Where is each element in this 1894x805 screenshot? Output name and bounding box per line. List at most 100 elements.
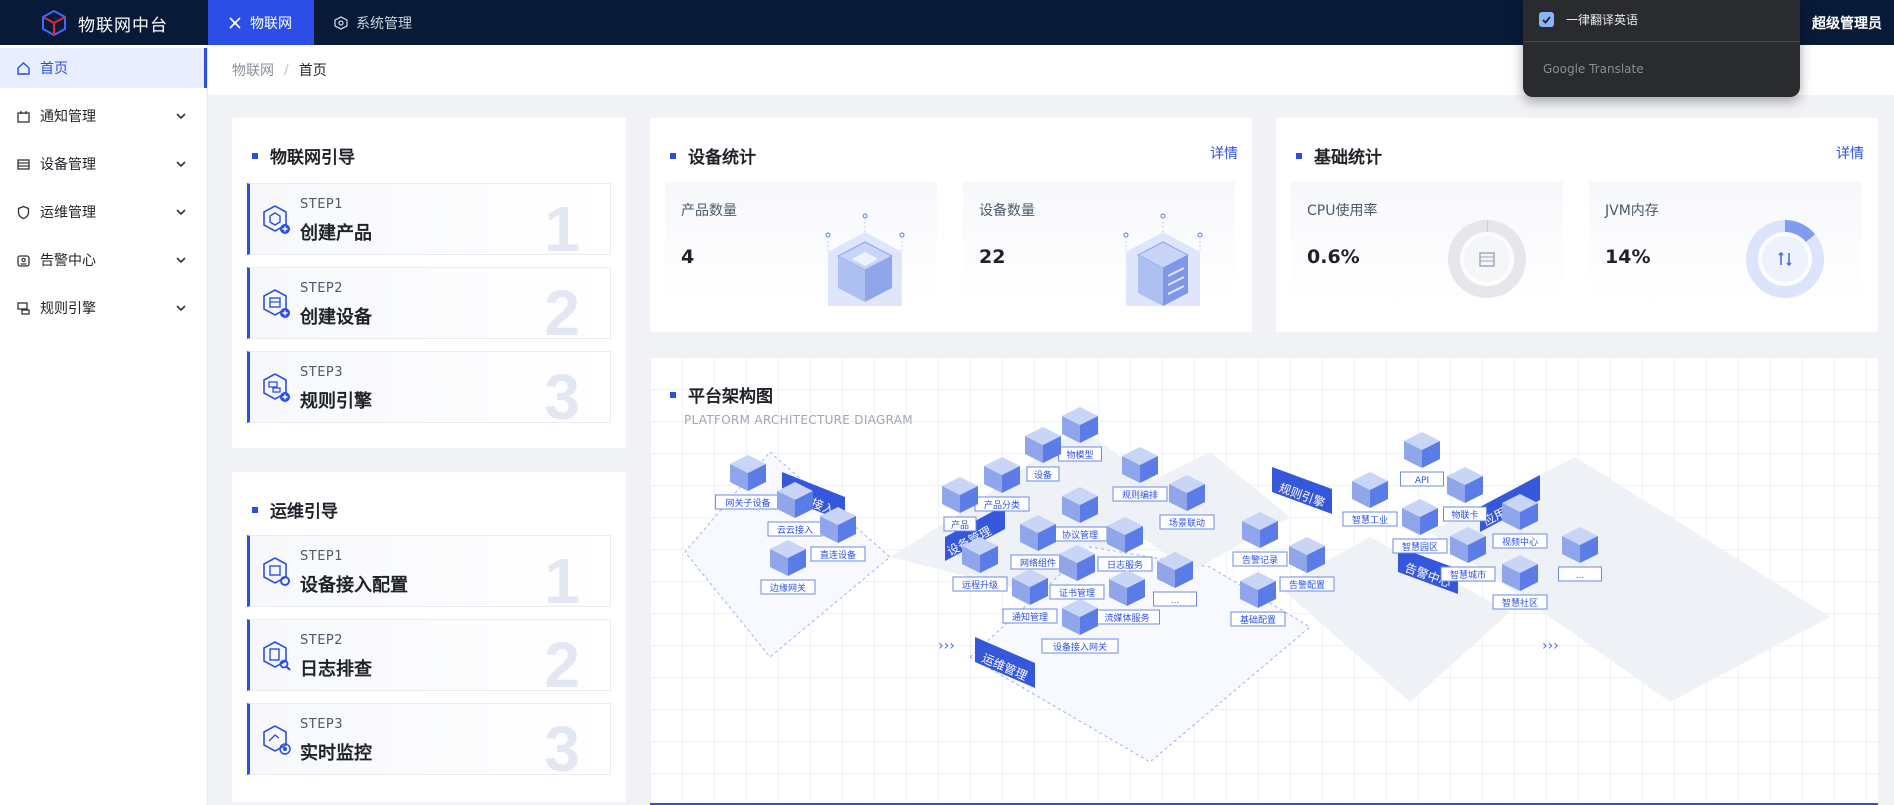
tab-system[interactable]: 系统管理 [332, 0, 412, 45]
shield-icon [17, 205, 30, 219]
notice-icon [17, 110, 30, 123]
tab-system-label: 系统管理 [356, 15, 412, 32]
arch-module: 产品 [942, 477, 978, 532]
sidebar-item-notice[interactable]: 通知管理 [0, 96, 207, 136]
sidebar-item-home[interactable]: 首页 [0, 48, 207, 88]
arch-module-label: ... [1171, 596, 1180, 606]
sidebar-item-label: 首页 [40, 61, 68, 77]
card-title: 物联网引导 [252, 143, 355, 168]
arch-module-label: 规则编排 [1122, 489, 1158, 501]
arch-module-label: 物模型 [1066, 449, 1093, 461]
arch-module: 智慧园区 [1392, 499, 1448, 554]
logo[interactable]: 物联网中台 [40, 9, 168, 37]
arch-module: 物模型 [1058, 407, 1102, 462]
sidebar: 首页 通知管理 设备管理 运维管理 告警中心 规则引擎 [0, 45, 208, 805]
step-create-device[interactable]: STEP2 创建设备 2 [247, 267, 611, 349]
step-number: STEP1 [300, 549, 344, 564]
breadcrumb-current: 首页 [298, 63, 327, 79]
iot-guide-card: 物联网引导 STEP1 创建产品 1 STEP2 创建设备 2 STEP3 规则… [232, 118, 626, 448]
step-name: 实时监控 [300, 743, 372, 764]
sidebar-item-rules[interactable]: 规则引擎 [0, 288, 207, 328]
product-icon [263, 205, 290, 234]
step-big-number: 1 [544, 193, 580, 265]
step-name: 日志排查 [300, 659, 372, 680]
arch-module: ... [1153, 552, 1197, 607]
username: 超级管理员 [1812, 15, 1882, 32]
card-title: 设备统计 [670, 143, 756, 168]
chevron-down-icon [176, 305, 186, 312]
always-translate-option[interactable]: 一律翻译英语 [1539, 11, 1638, 28]
chevron-down-icon [176, 257, 186, 264]
stat-value: 4 [681, 246, 695, 268]
arch-module-label: 通知管理 [1012, 611, 1048, 623]
step-number: STEP3 [300, 365, 344, 380]
arch-module-label: 告警配置 [1289, 579, 1325, 591]
arch-module-label: 智慧社区 [1502, 597, 1538, 609]
always-translate-label: 一律翻译英语 [1566, 13, 1639, 27]
tab-iot-label: 物联网 [250, 15, 292, 32]
step-access-config[interactable]: STEP1 设备接入配置 1 [247, 535, 611, 617]
step-big-number: 3 [544, 713, 580, 785]
tab-iot[interactable]: 物联网 [208, 0, 314, 45]
breadcrumb-link[interactable]: 物联网 [232, 60, 274, 80]
access-config-icon [263, 557, 290, 586]
arch-module-label: 物联卡 [1451, 509, 1478, 521]
arch-module-label: 智慧工业 [1352, 514, 1388, 526]
device-icon [17, 158, 30, 170]
arch-module-label: 设备 [1034, 469, 1052, 481]
card-title: 基础统计 [1296, 143, 1382, 168]
product-cube-icon [825, 213, 905, 306]
breadcrumb-separator: / [284, 62, 289, 78]
user-menu[interactable]: 超级管理员 [1812, 0, 1882, 45]
arch-module-label: 智慧城市 [1450, 569, 1486, 581]
arch-module: 设备 [1025, 427, 1061, 482]
device-stats-detail-link[interactable]: 详情 [1210, 143, 1238, 163]
arch-module-label: 网关子设备 [725, 497, 770, 509]
checkbox-icon[interactable] [1539, 12, 1554, 27]
jvm-gauge [1746, 220, 1824, 298]
step-big-number: 2 [544, 277, 580, 349]
arch-module: ... [1558, 527, 1602, 582]
arch-module-label: 产品 [951, 519, 969, 531]
device-stats-card: 设备统计 详情 产品数量 4 设备数量 22 [650, 118, 1252, 332]
step-name: 创建产品 [300, 223, 372, 244]
step-log-check[interactable]: STEP2 日志排查 2 [247, 619, 611, 701]
stat-label: JVM内存 [1605, 203, 1659, 219]
arch-module-label: ... [1576, 571, 1585, 581]
cube-logo-icon [42, 9, 66, 37]
sidebar-item-alarm[interactable]: 告警中心 [0, 240, 207, 280]
stat-label: CPU使用率 [1307, 203, 1378, 219]
sidebar-item-device[interactable]: 设备管理 [0, 144, 207, 184]
arch-module-label: 场景联动 [1169, 518, 1205, 529]
iot-icon [229, 16, 241, 29]
arch-module-label: 边缘网关 [770, 582, 806, 594]
divider [1523, 41, 1800, 42]
arch-module-label: 智慧园区 [1402, 541, 1438, 553]
stat-value: 14% [1605, 246, 1651, 268]
sidebar-item-label: 通知管理 [40, 109, 96, 125]
home-icon [17, 61, 30, 75]
arch-module-label: 网络组件 [1020, 557, 1056, 569]
chevron-down-icon [176, 209, 186, 216]
ops-guide-card: 运维引导 STEP1 设备接入配置 1 STEP2 日志排查 2 STEP3 实… [232, 472, 626, 802]
flow-arrow: ››› [1542, 638, 1559, 654]
step-realtime-monitor[interactable]: STEP3 实时监控 3 [247, 703, 611, 785]
translate-popup: 一律翻译英语 Google Translate [1523, 0, 1800, 97]
arch-module: API [1400, 432, 1444, 487]
basic-stats-detail-link[interactable]: 详情 [1836, 143, 1864, 163]
step-number: STEP2 [300, 281, 344, 296]
stat-label: 产品数量 [681, 203, 737, 219]
step-create-product[interactable]: STEP1 创建产品 1 [247, 183, 611, 265]
arch-module-label: 远程升级 [962, 579, 998, 591]
arch-module-label: 协议管理 [1062, 529, 1098, 541]
step-number: STEP3 [300, 717, 344, 732]
arch-module-label: 基础配置 [1240, 614, 1276, 626]
device-count-stat: 设备数量 22 [963, 182, 1235, 306]
jvm-memory-stat: JVM内存 14% [1589, 182, 1861, 306]
step-rule-engine[interactable]: STEP3 规则引擎 3 [247, 351, 611, 433]
sidebar-item-label: 规则引擎 [40, 301, 96, 317]
sidebar-item-label: 告警中心 [40, 253, 96, 269]
arch-module-label: 告警记录 [1242, 554, 1278, 566]
device-add-icon [263, 289, 290, 318]
sidebar-item-ops[interactable]: 运维管理 [0, 192, 207, 232]
